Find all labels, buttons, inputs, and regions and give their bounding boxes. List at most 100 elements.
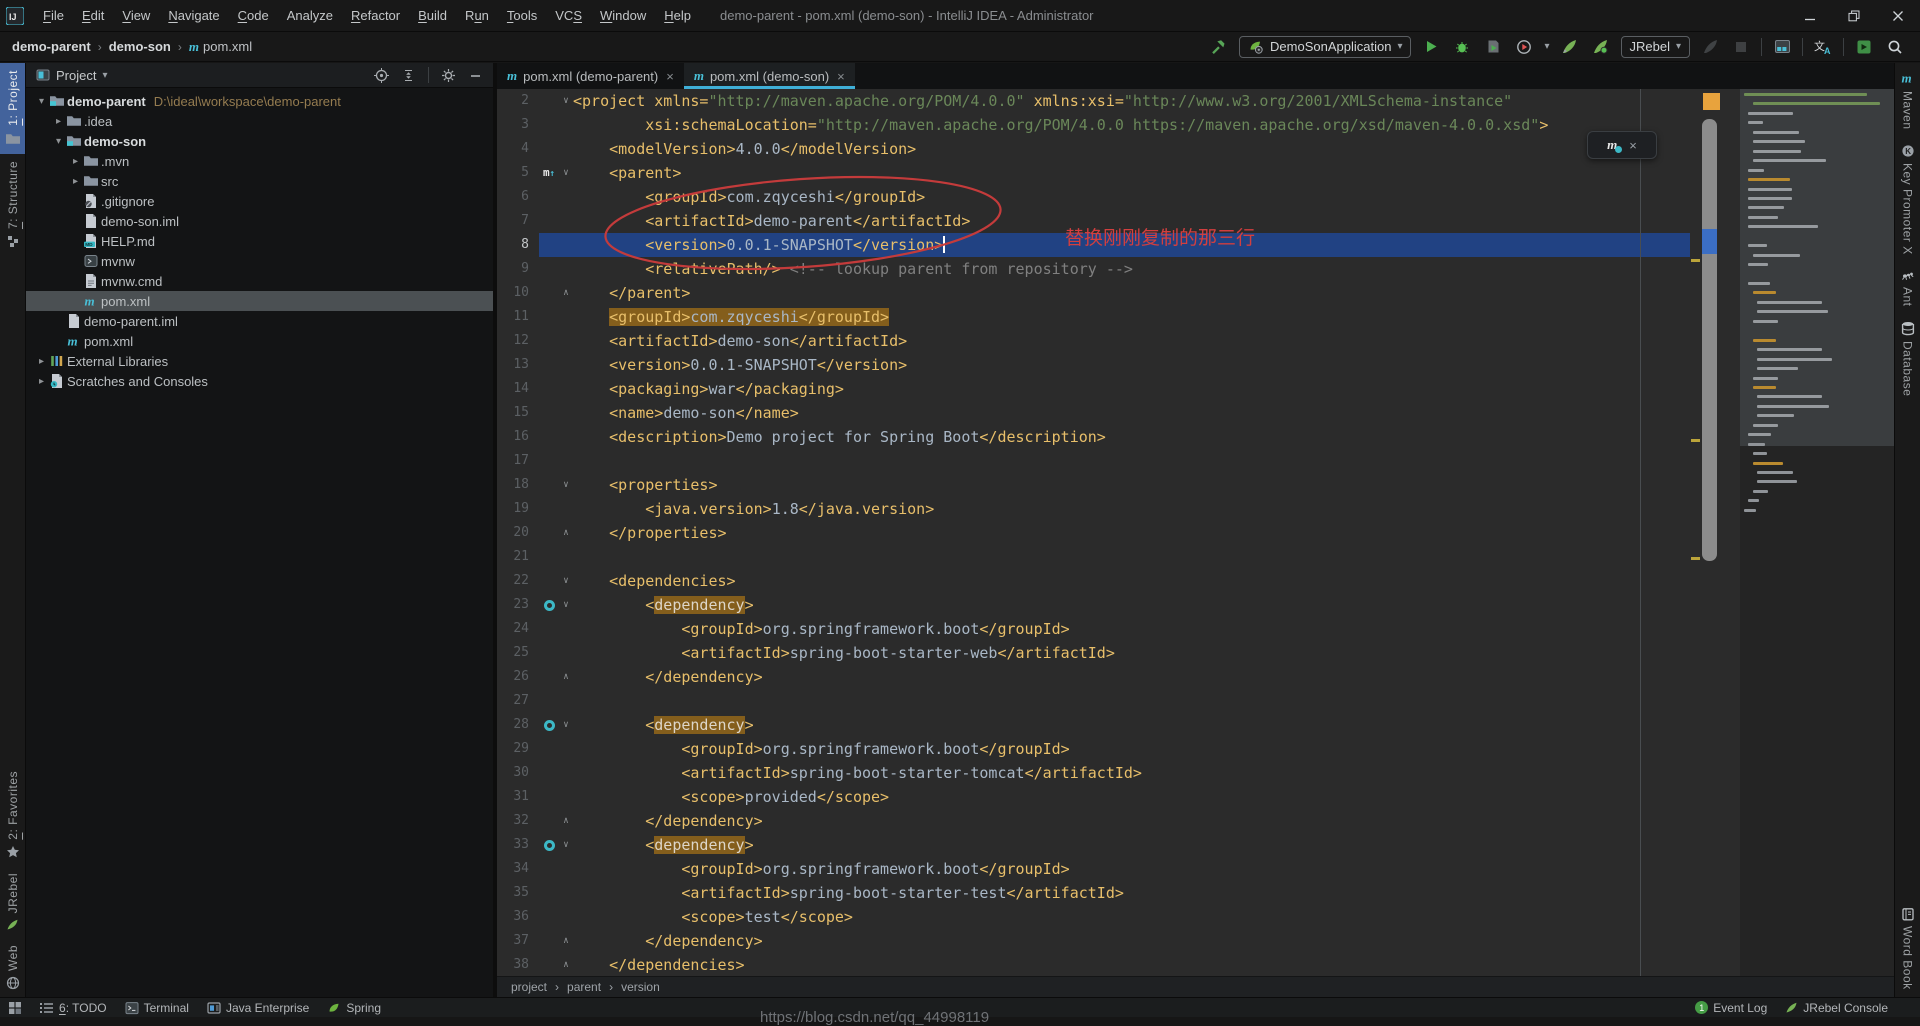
code-text[interactable]: <groupId>com.zqyceshi</groupId> bbox=[573, 185, 1690, 209]
code-line[interactable]: 18∨ <properties> bbox=[497, 473, 1690, 497]
tree-item-pom.xml[interactable]: mpom.xml bbox=[26, 291, 493, 311]
code-line[interactable]: 34 <groupId>org.springframework.boot</gr… bbox=[497, 857, 1690, 881]
menu-tools[interactable]: Tools bbox=[498, 4, 546, 27]
code-text[interactable]: <modelVersion>4.0.0</modelVersion> bbox=[573, 137, 1690, 161]
hammer-button[interactable] bbox=[1208, 36, 1230, 58]
fold-icon[interactable]: ∧ bbox=[559, 929, 573, 953]
code-line[interactable]: 5m↑∨ <parent> bbox=[497, 161, 1690, 185]
jrebel-combo[interactable]: JRebel▾ bbox=[1621, 36, 1691, 58]
breadcrumb-segment[interactable]: demo-son bbox=[109, 39, 171, 54]
code-text[interactable]: <groupId>org.springframework.boot</group… bbox=[573, 617, 1690, 641]
code-line[interactable]: 29 <groupId>org.springframework.boot</gr… bbox=[497, 737, 1690, 761]
code-line[interactable]: 20∧ </properties> bbox=[497, 521, 1690, 545]
editor-scrollbar-strip[interactable] bbox=[1690, 89, 1740, 976]
code-line[interactable]: 38∧ </dependencies> bbox=[497, 953, 1690, 976]
menu-run[interactable]: Run bbox=[456, 4, 498, 27]
fold-icon[interactable]: ∧ bbox=[559, 281, 573, 305]
statusbar-jrebel-console[interactable]: JRebel Console bbox=[1785, 1001, 1888, 1015]
code-line[interactable]: 16 <description>Demo project for Spring … bbox=[497, 425, 1690, 449]
tree-item-mvnw.cmd[interactable]: mvnw.cmd bbox=[26, 271, 493, 291]
editor-breadcrumb-version[interactable]: version bbox=[621, 980, 660, 994]
fold-icon[interactable]: ∧ bbox=[559, 521, 573, 545]
code-line[interactable]: 36 <scope>test</scope> bbox=[497, 905, 1690, 929]
runAnything-button[interactable] bbox=[1853, 36, 1875, 58]
code-line[interactable]: 27 bbox=[497, 689, 1690, 713]
code-text[interactable]: <project xmlns="http://maven.apache.org/… bbox=[573, 89, 1690, 113]
code-line[interactable]: 17 bbox=[497, 449, 1690, 473]
code-text[interactable]: <relativePath/> <!-- lookup parent from … bbox=[573, 257, 1690, 281]
code-line[interactable]: 22∨ <dependencies> bbox=[497, 569, 1690, 593]
code-line[interactable]: 30 <artifactId>spring-boot-starter-tomca… bbox=[497, 761, 1690, 785]
tree-item-pom.xml[interactable]: mpom.xml bbox=[26, 331, 493, 351]
code-line[interactable]: 35 <artifactId>spring-boot-starter-test<… bbox=[497, 881, 1690, 905]
tree-item-external-libraries[interactable]: ▸External Libraries bbox=[26, 351, 493, 371]
maven-parent-gutter-icon[interactable]: m↑ bbox=[539, 161, 559, 185]
menu-file[interactable]: File bbox=[34, 4, 73, 27]
locate-file-icon[interactable] bbox=[374, 68, 389, 83]
run-button[interactable] bbox=[1420, 36, 1442, 58]
code-line[interactable]: 32∧ </dependency> bbox=[497, 809, 1690, 833]
code-text[interactable]: <properties> bbox=[573, 473, 1690, 497]
hide-panel-icon[interactable] bbox=[468, 68, 483, 83]
menu-build[interactable]: Build bbox=[409, 4, 456, 27]
run-configuration-combo[interactable]: DemoSonApplication▾ bbox=[1239, 36, 1411, 58]
close-tab-icon[interactable]: × bbox=[837, 69, 845, 84]
tool-stripe-jrebel[interactable]: JRebel bbox=[0, 866, 25, 938]
tree-chevron-icon[interactable]: ▸ bbox=[68, 176, 83, 187]
jrebelRun-button[interactable] bbox=[1559, 36, 1581, 58]
code-text[interactable] bbox=[573, 689, 1690, 713]
menu-edit[interactable]: Edit bbox=[73, 4, 113, 27]
toolwin-button[interactable] bbox=[1771, 36, 1793, 58]
tool-stripe-database[interactable]: Database bbox=[1895, 314, 1920, 403]
code-text[interactable]: </parent> bbox=[573, 281, 1690, 305]
close-tab-icon[interactable]: × bbox=[666, 69, 674, 84]
chevron-down-icon[interactable]: ▾ bbox=[1544, 41, 1549, 52]
coverage-button[interactable] bbox=[1482, 36, 1504, 58]
search-button[interactable] bbox=[1884, 36, 1906, 58]
fold-icon[interactable]: ∨ bbox=[559, 569, 573, 593]
code-text[interactable]: </properties> bbox=[573, 521, 1690, 545]
code-text[interactable]: </dependency> bbox=[573, 929, 1690, 953]
profiler-button[interactable] bbox=[1513, 36, 1535, 58]
debug-button[interactable] bbox=[1451, 36, 1473, 58]
code-text[interactable]: <artifactId>spring-boot-starter-test</ar… bbox=[573, 881, 1690, 905]
code-text[interactable]: <dependencies> bbox=[573, 569, 1690, 593]
tree-chevron-icon[interactable]: ▸ bbox=[34, 376, 49, 387]
code-text[interactable]: <groupId>org.springframework.boot</group… bbox=[573, 857, 1690, 881]
code-text[interactable] bbox=[573, 545, 1690, 569]
editor-tab[interactable]: mpom.xml (demo-son)× bbox=[684, 63, 855, 89]
menu-view[interactable]: View bbox=[113, 4, 159, 27]
tree-chevron-icon[interactable]: ▾ bbox=[51, 136, 66, 147]
tree-item-src[interactable]: ▸src bbox=[26, 171, 493, 191]
inspection-status-marker[interactable] bbox=[1703, 93, 1720, 110]
tool-window-switcher-icon[interactable] bbox=[8, 1001, 22, 1015]
tool-stripe-maven[interactable]: mMaven bbox=[1895, 63, 1920, 137]
code-text[interactable]: </dependencies> bbox=[573, 953, 1690, 976]
tree-chevron-icon[interactable]: ▾ bbox=[34, 96, 49, 107]
tool-stripe-7-structure[interactable]: 7: Structure bbox=[0, 154, 25, 255]
dependency-gutter-icon[interactable] bbox=[539, 593, 559, 617]
code-text[interactable]: </dependency> bbox=[573, 665, 1690, 689]
code-line[interactable]: 6 <groupId>com.zqyceshi</groupId> bbox=[497, 185, 1690, 209]
menu-analyze[interactable]: Analyze bbox=[278, 4, 342, 27]
menu-window[interactable]: Window bbox=[591, 4, 655, 27]
code-text[interactable]: <version>0.0.1-SNAPSHOT</version> bbox=[573, 353, 1690, 377]
editor-breadcrumb-parent[interactable]: parent bbox=[567, 980, 601, 994]
close-button[interactable] bbox=[1876, 0, 1920, 31]
code-line[interactable]: 13 <version>0.0.1-SNAPSHOT</version> bbox=[497, 353, 1690, 377]
tree-item-.idea[interactable]: ▸.idea bbox=[26, 111, 493, 131]
editor-tab[interactable]: mpom.xml (demo-parent)× bbox=[497, 63, 684, 89]
code-line[interactable]: 3 xsi:schemaLocation="http://maven.apach… bbox=[497, 113, 1690, 137]
code-minimap[interactable] bbox=[1740, 89, 1894, 976]
code-text[interactable]: <name>demo-son</name> bbox=[573, 401, 1690, 425]
fold-icon[interactable]: ∨ bbox=[559, 161, 573, 185]
code-line[interactable]: 11 <groupId>com.zqyceshi</groupId> bbox=[497, 305, 1690, 329]
code-line[interactable]: 37∧ </dependency> bbox=[497, 929, 1690, 953]
code-text[interactable]: <artifactId>spring-boot-starter-tomcat</… bbox=[573, 761, 1690, 785]
code-line[interactable]: 2∨<project xmlns="http://maven.apache.or… bbox=[497, 89, 1690, 113]
code-text[interactable]: xsi:schemaLocation="http://maven.apache.… bbox=[573, 113, 1690, 137]
fold-icon[interactable]: ∨ bbox=[559, 833, 573, 857]
stripe-mark[interactable] bbox=[1691, 259, 1700, 262]
fold-icon[interactable]: ∨ bbox=[559, 593, 573, 617]
stripe-mark[interactable] bbox=[1691, 557, 1700, 560]
